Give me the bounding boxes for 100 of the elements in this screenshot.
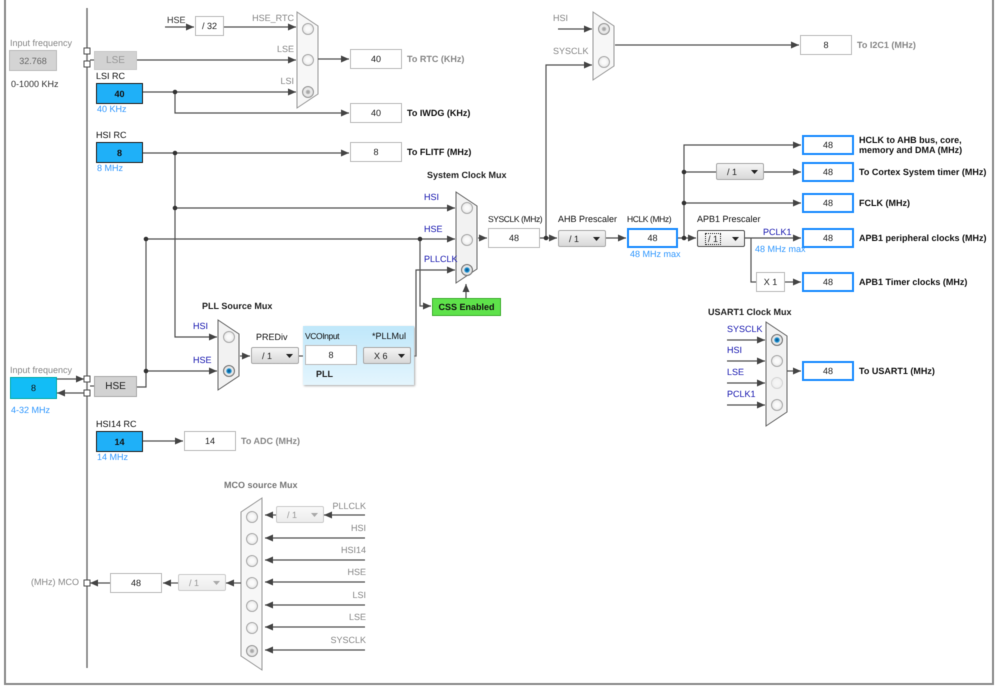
output-label: To USART1 (MHz) bbox=[859, 365, 935, 378]
output-label: APB1 peripheral clocks (MHz) bbox=[859, 232, 987, 245]
signal-line bbox=[787, 368, 801, 374]
output-label: To FLITF (MHz) bbox=[407, 146, 472, 159]
oscillator-value: 8 bbox=[96, 142, 143, 163]
junction-dot bbox=[682, 236, 686, 240]
caret-icon bbox=[311, 512, 318, 516]
value-label: SYSCLK (MHz) bbox=[488, 214, 542, 225]
junction-dot bbox=[144, 236, 148, 242]
input-label: LSE bbox=[276, 44, 294, 55]
junction-dot bbox=[544, 236, 548, 240]
caret-icon bbox=[286, 354, 293, 358]
output-value-field: 48 bbox=[802, 193, 854, 213]
caret-icon bbox=[732, 236, 739, 240]
output-label: To ADC (MHz) bbox=[241, 435, 300, 448]
prescaler-dropdown[interactable]: / 1 bbox=[251, 347, 299, 364]
caret-icon bbox=[593, 236, 600, 240]
input-label: SYSCLK bbox=[727, 324, 763, 335]
junction-dot bbox=[682, 200, 686, 206]
caret-icon bbox=[398, 354, 405, 358]
output-value-field: 48 bbox=[802, 135, 854, 155]
signal-line bbox=[478, 234, 487, 242]
pll-title: PLL bbox=[316, 369, 333, 380]
value-label: VCOInput bbox=[305, 331, 340, 342]
input-label: HSI14 bbox=[340, 545, 366, 556]
css-badge[interactable]: CSS Enabled bbox=[432, 298, 501, 316]
port-icon bbox=[84, 580, 90, 586]
oscillator-block: LSE bbox=[94, 51, 137, 70]
signal-line bbox=[727, 380, 765, 386]
output-label: To Cortex System timer (MHz) bbox=[859, 166, 986, 179]
input-frequency-field[interactable]: 32.768 bbox=[9, 50, 57, 71]
oscillator-title: HSI RC bbox=[96, 130, 127, 141]
prescaler-label: *PLLMul bbox=[372, 331, 406, 342]
input-label: HSI bbox=[553, 13, 568, 24]
output-value-field: 48 bbox=[802, 162, 854, 182]
output-value-field: 14 bbox=[184, 431, 236, 451]
signal-line bbox=[57, 376, 84, 382]
input-frequency-label: Input frequency bbox=[10, 38, 72, 49]
output-value-field: 8 bbox=[800, 35, 852, 55]
mux-title: MCO source Mux bbox=[224, 480, 298, 491]
signal-label: PCLK1 bbox=[763, 227, 792, 238]
signal-line bbox=[165, 24, 194, 30]
input-label: HSI bbox=[727, 345, 742, 356]
output-value-field: 40 bbox=[350, 103, 402, 123]
oscillator-block: HSE bbox=[94, 376, 137, 397]
value-field: X 1 bbox=[756, 272, 785, 292]
caret-icon bbox=[751, 170, 758, 174]
prescaler-dropdown[interactable]: / 1 bbox=[697, 230, 745, 247]
prescaler-dropdown[interactable]: / 1 bbox=[716, 163, 764, 180]
mux-title: PLL Source Mux bbox=[202, 301, 272, 312]
junction-dot bbox=[682, 170, 686, 174]
input-label: SYSCLK bbox=[330, 635, 366, 646]
prescaler-label: APB1 Prescaler bbox=[697, 214, 761, 225]
signal-line bbox=[785, 278, 801, 286]
output-label: To IWDG (KHz) bbox=[407, 107, 470, 120]
mux-title: System Clock Mux bbox=[427, 170, 507, 181]
output-label: FCLK (MHz) bbox=[859, 197, 910, 210]
value-field: / 32 bbox=[195, 16, 224, 36]
prescaler-dropdown[interactable]: X 6 bbox=[363, 347, 411, 364]
signal-line bbox=[224, 24, 296, 30]
output-label: To I2C1 (MHz) bbox=[857, 39, 916, 52]
prescaler-label: AHB Prescaler bbox=[558, 214, 618, 225]
oscillator-frequency: 8 MHz bbox=[97, 163, 124, 174]
output-label: APB1 Timer clocks (MHz) bbox=[859, 276, 968, 289]
junction-dot bbox=[172, 150, 178, 156]
input-label: LSI bbox=[352, 590, 366, 601]
signal-line bbox=[727, 402, 765, 408]
signal-line bbox=[163, 580, 178, 586]
input-label: HSE bbox=[193, 355, 212, 366]
signal-line bbox=[462, 284, 470, 298]
input-label: PLLCLK bbox=[332, 501, 366, 512]
input-label: HSE bbox=[424, 224, 443, 235]
input-label: PCLK1 bbox=[727, 389, 756, 400]
input-label: SYSCLK bbox=[553, 46, 589, 57]
signal-line bbox=[606, 234, 626, 242]
junction-dot bbox=[418, 236, 422, 242]
signal-line bbox=[265, 512, 276, 518]
output-value-field: 40 bbox=[350, 49, 402, 69]
input-label: LSI bbox=[280, 76, 294, 87]
signal-line bbox=[226, 580, 241, 586]
prescaler-dropdown[interactable]: / 1 bbox=[558, 230, 606, 247]
frequency-range: 4-32 MHz bbox=[11, 405, 50, 416]
oscillator-title: HSI14 RC bbox=[96, 419, 137, 430]
output-value-field: 48 bbox=[802, 272, 854, 292]
mux-title: USART1 Clock Mux bbox=[708, 307, 792, 318]
input-frequency-field[interactable]: 8 bbox=[10, 377, 57, 399]
signal-line bbox=[324, 512, 365, 518]
signal-label: HSE bbox=[167, 15, 186, 26]
frequency-range: 0-1000 KHz bbox=[11, 79, 59, 90]
value-field: 48 bbox=[627, 228, 678, 248]
caret-icon bbox=[213, 580, 220, 584]
mco-label: (MHz) MCO bbox=[31, 577, 79, 588]
prescaler-label: PREDiv bbox=[256, 332, 288, 343]
oscillator-title: LSI RC bbox=[96, 71, 126, 82]
junction-dot bbox=[144, 368, 148, 374]
limit-note: 48 MHz max bbox=[630, 249, 681, 260]
input-label: HSI bbox=[350, 523, 366, 534]
input-label: HSE_RTC bbox=[252, 13, 294, 24]
oscillator-frequency: 14 MHz bbox=[97, 452, 128, 463]
junction-dot bbox=[172, 90, 178, 94]
